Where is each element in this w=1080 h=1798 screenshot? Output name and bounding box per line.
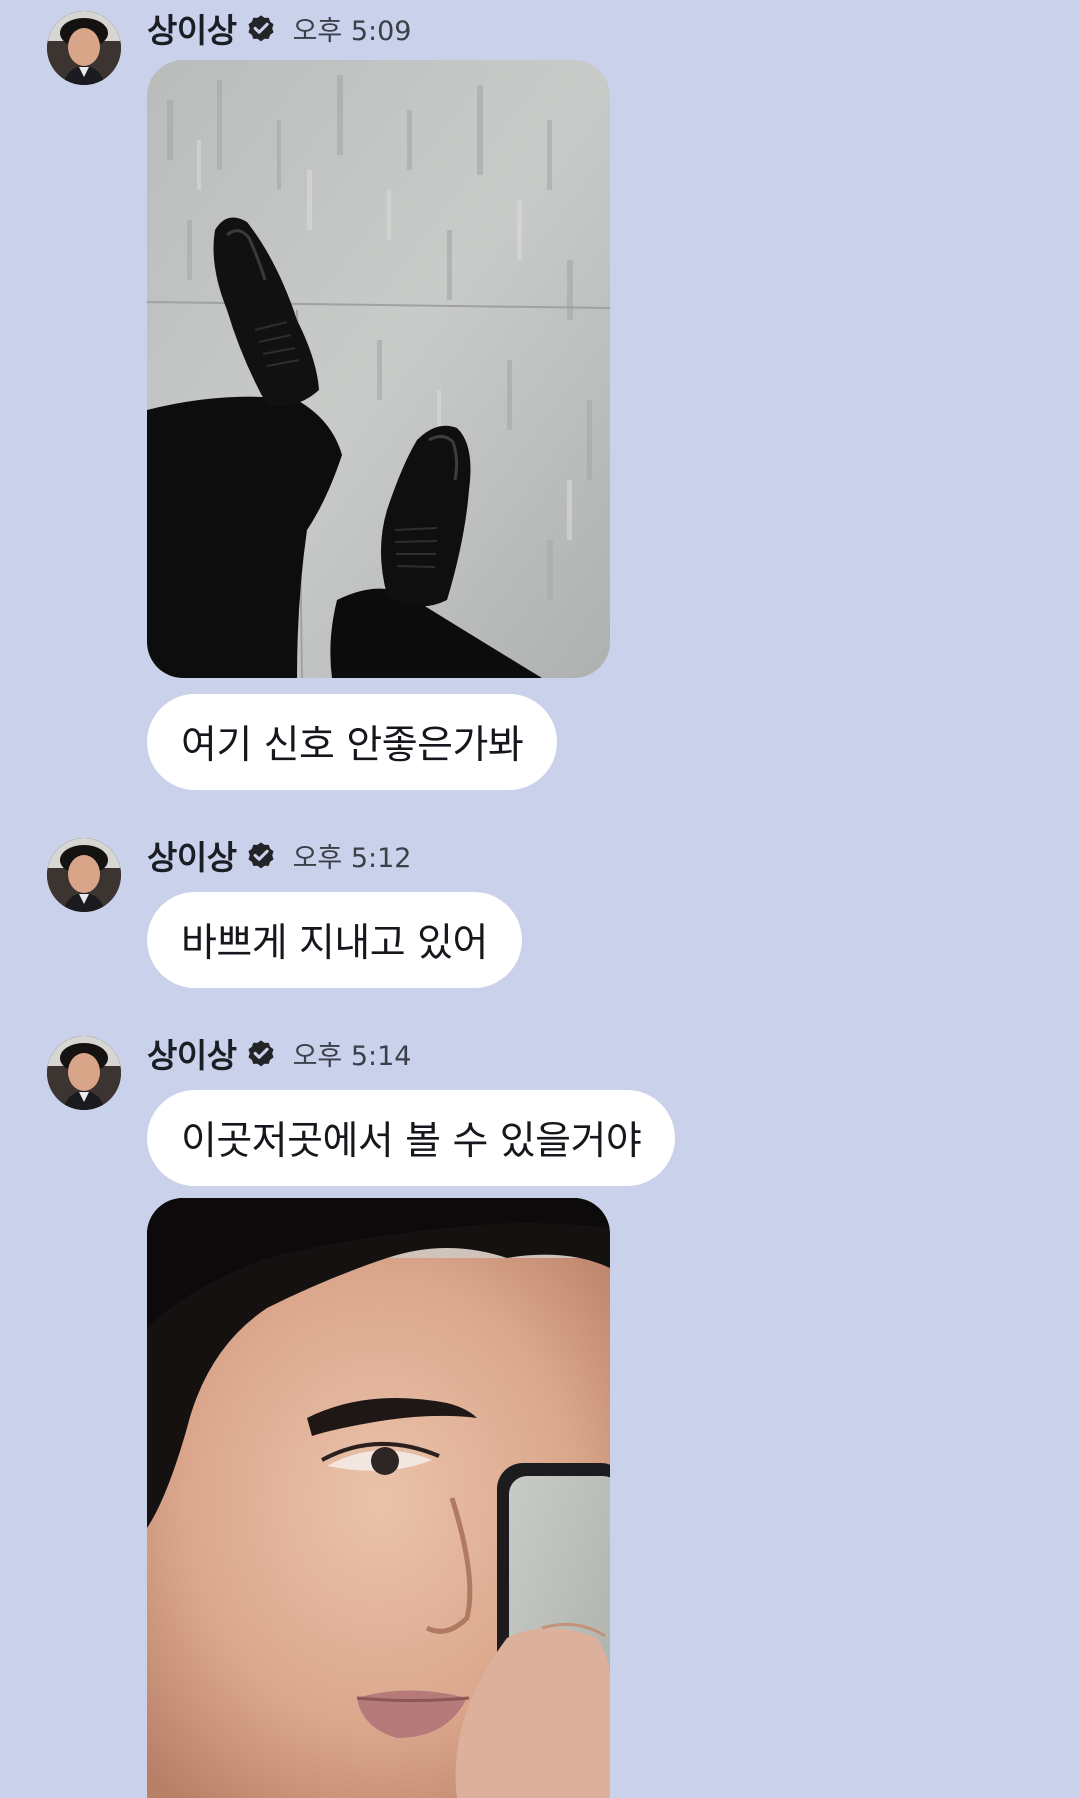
message-header: 상이상 오후 5:14 [147,1033,412,1075]
timestamp: 오후 5:14 [292,1040,412,1072]
message-bubble[interactable]: 바쁘게 지내고 있어 [147,892,522,988]
sender-name[interactable]: 상이상 [147,4,237,52]
timestamp: 오후 5:12 [292,842,412,874]
sender-name[interactable]: 상이상 [147,831,237,879]
timestamp: 오후 5:09 [292,15,412,47]
photo-mirror-selfie[interactable] [147,1198,610,1798]
photo-black-dress-shoes[interactable] [147,60,610,678]
sender-name[interactable]: 상이상 [147,1029,237,1077]
message-bubble[interactable]: 여기 신호 안좋은가봐 [147,694,558,790]
avatar[interactable] [47,1036,121,1110]
avatar[interactable] [47,11,121,85]
message-header: 상이상 오후 5:12 [147,835,412,877]
verified-check-icon [245,839,277,871]
message-bubble[interactable]: 이곳저곳에서 볼 수 있을거야 [147,1090,676,1186]
avatar[interactable] [47,838,121,912]
message-text: 여기 신호 안좋은가봐 [181,723,524,768]
verified-check-icon [245,12,277,44]
message-text: 이곳저곳에서 볼 수 있을거야 [181,1119,642,1164]
verified-check-icon [245,1037,277,1069]
message-header: 상이상 오후 5:09 [147,8,412,50]
message-text: 바쁘게 지내고 있어 [181,921,488,966]
